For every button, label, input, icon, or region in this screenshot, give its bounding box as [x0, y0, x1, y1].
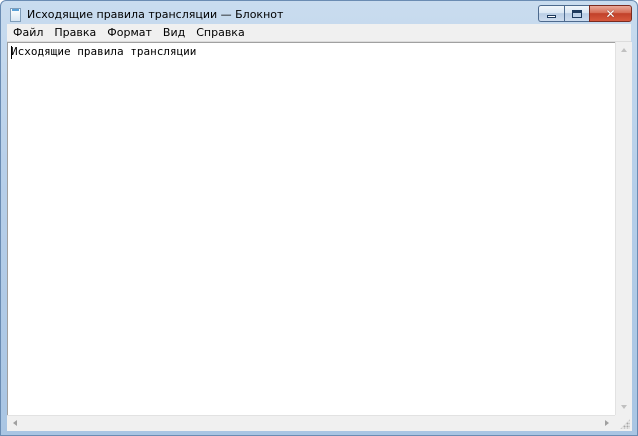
scroll-left-arrow-icon[interactable] — [13, 420, 17, 426]
close-icon: ✕ — [605, 6, 616, 21]
window-title: Исходящие правила трансляции — Блокнот — [27, 8, 284, 21]
horizontal-scrollbar[interactable] — [7, 415, 615, 431]
notepad-window: Исходящие правила трансляции — Блокнот ✕… — [0, 0, 638, 436]
editor-content[interactable]: Исходящие правила трансляции — [11, 45, 615, 58]
notepad-icon[interactable] — [10, 8, 21, 22]
resize-grip[interactable] — [615, 415, 632, 431]
scroll-down-arrow-icon[interactable] — [621, 405, 627, 409]
text-caret — [11, 46, 12, 59]
minimize-icon — [547, 14, 556, 18]
menu-item-edit[interactable]: Правка — [48, 24, 101, 41]
text-editor-area[interactable]: Исходящие правила трансляции — [7, 42, 615, 415]
scroll-up-arrow-icon[interactable] — [621, 48, 627, 52]
menu-item-format[interactable]: Формат — [101, 24, 157, 41]
maximize-button[interactable] — [564, 5, 589, 22]
minimize-button[interactable] — [538, 5, 564, 22]
menu-item-file[interactable]: Файл — [7, 24, 48, 41]
vertical-scrollbar[interactable] — [615, 42, 632, 415]
close-button[interactable]: ✕ — [589, 5, 632, 22]
menu-bar: Файл Правка Формат Вид Справка — [7, 24, 631, 42]
menu-item-view[interactable]: Вид — [157, 24, 190, 41]
maximize-icon — [572, 9, 582, 18]
resize-grip-icon — [620, 419, 630, 429]
caption-buttons: ✕ — [538, 5, 632, 23]
menu-item-help[interactable]: Справка — [190, 24, 249, 41]
scroll-right-arrow-icon[interactable] — [605, 420, 609, 426]
